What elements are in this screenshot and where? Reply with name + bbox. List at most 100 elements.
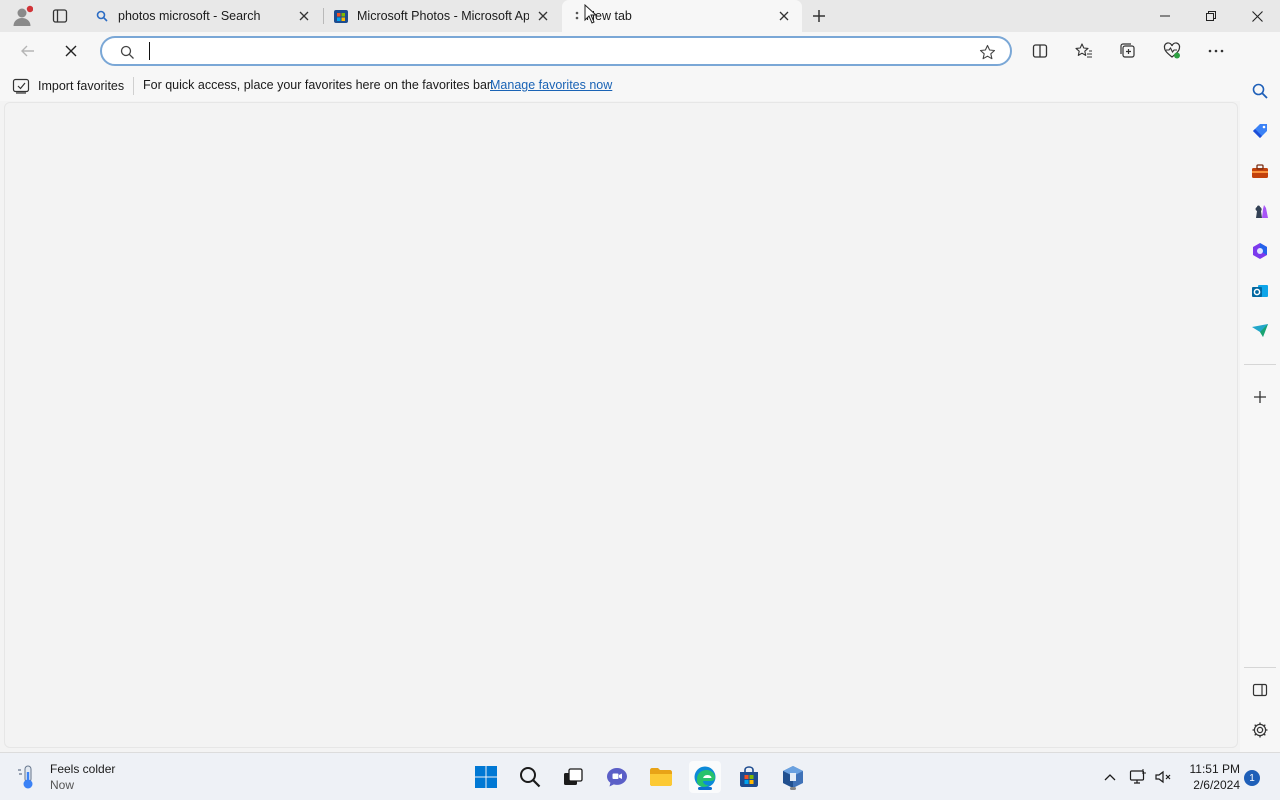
page-content bbox=[4, 102, 1238, 748]
minimize-button[interactable] bbox=[1142, 0, 1188, 32]
sidebar-search-button[interactable] bbox=[1246, 77, 1274, 105]
restore-button[interactable] bbox=[1188, 0, 1234, 32]
vertical-tabs-icon bbox=[52, 9, 68, 23]
tab-microsoft-photos[interactable]: Microsoft Photos - Microsoft Apps bbox=[323, 0, 561, 32]
close-icon[interactable] bbox=[535, 8, 551, 24]
network-tray-button[interactable] bbox=[1128, 767, 1148, 787]
drop-paper-plane-icon bbox=[1252, 324, 1268, 337]
teams-chat-button[interactable] bbox=[601, 761, 633, 793]
plus-icon bbox=[1254, 391, 1266, 403]
sidebar-add-button[interactable] bbox=[1246, 383, 1274, 411]
sidebar-toggle-icon bbox=[1252, 683, 1268, 697]
running-indicator bbox=[790, 787, 796, 790]
split-screen-button[interactable] bbox=[1025, 36, 1055, 66]
address-input[interactable] bbox=[148, 42, 958, 62]
import-icon bbox=[12, 78, 30, 94]
address-bar[interactable] bbox=[100, 36, 1012, 66]
split-screen-icon bbox=[1032, 44, 1048, 58]
sidebar-games-button[interactable] bbox=[1246, 197, 1274, 225]
favorites-icon bbox=[1075, 43, 1092, 58]
tab-title: New tab bbox=[586, 9, 632, 23]
collections-button[interactable] bbox=[1113, 36, 1143, 66]
import-favorites-label: Import favorites bbox=[38, 79, 125, 93]
clock-time: 11:51 PM bbox=[1189, 762, 1240, 776]
favorite-star-icon[interactable] bbox=[978, 43, 996, 61]
profile-icon bbox=[13, 5, 33, 26]
search-icon bbox=[118, 43, 136, 61]
volume-tray-button[interactable] bbox=[1154, 767, 1174, 787]
virtualbox-icon bbox=[783, 766, 803, 788]
notification-badge[interactable]: 1 bbox=[1244, 770, 1260, 786]
sidebar-tools-button[interactable] bbox=[1246, 157, 1274, 185]
new-tab-button[interactable] bbox=[806, 4, 832, 28]
profile-button[interactable] bbox=[9, 4, 35, 28]
games-icon bbox=[1255, 205, 1268, 218]
manage-favorites-link[interactable]: Manage favorites now bbox=[490, 78, 612, 92]
tab-search[interactable]: photos microsoft - Search bbox=[84, 0, 322, 32]
weather-title: Feels colder bbox=[50, 762, 116, 776]
search-icon bbox=[94, 8, 110, 24]
tab-actions-button[interactable] bbox=[47, 4, 73, 28]
import-favorites-button[interactable]: Import favorites bbox=[12, 76, 124, 96]
text-caret bbox=[149, 42, 150, 60]
close-window-button[interactable] bbox=[1234, 0, 1280, 32]
close-icon[interactable] bbox=[776, 8, 792, 24]
show-hidden-icons-button[interactable] bbox=[1100, 767, 1120, 787]
chevron-up-icon bbox=[1104, 774, 1116, 781]
windows-taskbar: Feels colder Now 11:51 PM 2/6/2024 1 bbox=[0, 752, 1280, 800]
start-button[interactable] bbox=[470, 761, 502, 793]
tab-new-tab[interactable]: New tab bbox=[562, 0, 802, 32]
more-icon bbox=[1208, 49, 1224, 53]
gear-icon bbox=[1252, 722, 1268, 738]
chat-icon bbox=[607, 768, 627, 787]
sidebar-divider bbox=[1244, 364, 1276, 365]
plus-icon bbox=[813, 10, 825, 22]
clock-date: 2/6/2024 bbox=[1193, 778, 1240, 792]
windows-logo-icon bbox=[475, 766, 497, 788]
store-icon bbox=[333, 8, 349, 24]
edge-sidebar bbox=[1240, 32, 1280, 752]
close-icon[interactable] bbox=[296, 8, 312, 24]
browser-essentials-button[interactable] bbox=[1157, 36, 1187, 66]
tab-title: photos microsoft - Search bbox=[118, 9, 261, 23]
taskbar-search-button[interactable] bbox=[514, 761, 546, 793]
virtualbox-button[interactable] bbox=[777, 761, 809, 793]
microsoft-365-icon bbox=[1253, 243, 1267, 259]
file-explorer-button[interactable] bbox=[645, 761, 677, 793]
folder-icon bbox=[650, 768, 672, 786]
weather-widget[interactable]: Feels colder Now bbox=[16, 759, 115, 795]
favorites-message: For quick access, place your favorites h… bbox=[143, 78, 494, 92]
active-indicator bbox=[698, 787, 712, 790]
navigation-toolbar bbox=[0, 32, 1240, 70]
edge-taskbar-button[interactable] bbox=[689, 761, 721, 793]
stop-loading-button[interactable] bbox=[56, 36, 86, 66]
sidebar-m365-button[interactable] bbox=[1246, 237, 1274, 265]
sidebar-outlook-button[interactable] bbox=[1246, 277, 1274, 305]
task-view-icon bbox=[564, 768, 583, 785]
system-clock[interactable]: 11:51 PM 2/6/2024 bbox=[1186, 761, 1240, 793]
heart-pulse-icon bbox=[1163, 42, 1181, 59]
speaker-muted-icon bbox=[1155, 770, 1171, 784]
sidebar-divider bbox=[1244, 667, 1276, 668]
loading-icon bbox=[572, 8, 582, 24]
sidebar-drop-button[interactable] bbox=[1246, 317, 1274, 345]
microsoft-store-button[interactable] bbox=[733, 761, 765, 793]
shopping-tag-icon bbox=[1253, 124, 1267, 138]
back-arrow-icon bbox=[21, 45, 34, 57]
minimize-icon bbox=[1160, 15, 1170, 17]
favorites-button[interactable] bbox=[1069, 36, 1099, 66]
restore-icon bbox=[1206, 11, 1216, 21]
hide-sidebar-button[interactable] bbox=[1246, 676, 1274, 704]
toolbox-icon bbox=[1252, 164, 1268, 178]
search-icon bbox=[1252, 83, 1268, 99]
weather-subtitle: Now bbox=[50, 778, 75, 792]
task-view-button[interactable] bbox=[557, 761, 589, 793]
settings-more-button[interactable] bbox=[1201, 36, 1231, 66]
tab-strip: photos microsoft - Search Microsoft Phot… bbox=[0, 0, 1280, 32]
sidebar-shopping-button[interactable] bbox=[1246, 117, 1274, 145]
mouse-pointer-icon bbox=[584, 4, 598, 24]
collections-icon bbox=[1120, 43, 1135, 58]
sidebar-settings-button[interactable] bbox=[1246, 716, 1274, 744]
back-button[interactable] bbox=[13, 36, 43, 66]
network-icon bbox=[1129, 769, 1146, 784]
